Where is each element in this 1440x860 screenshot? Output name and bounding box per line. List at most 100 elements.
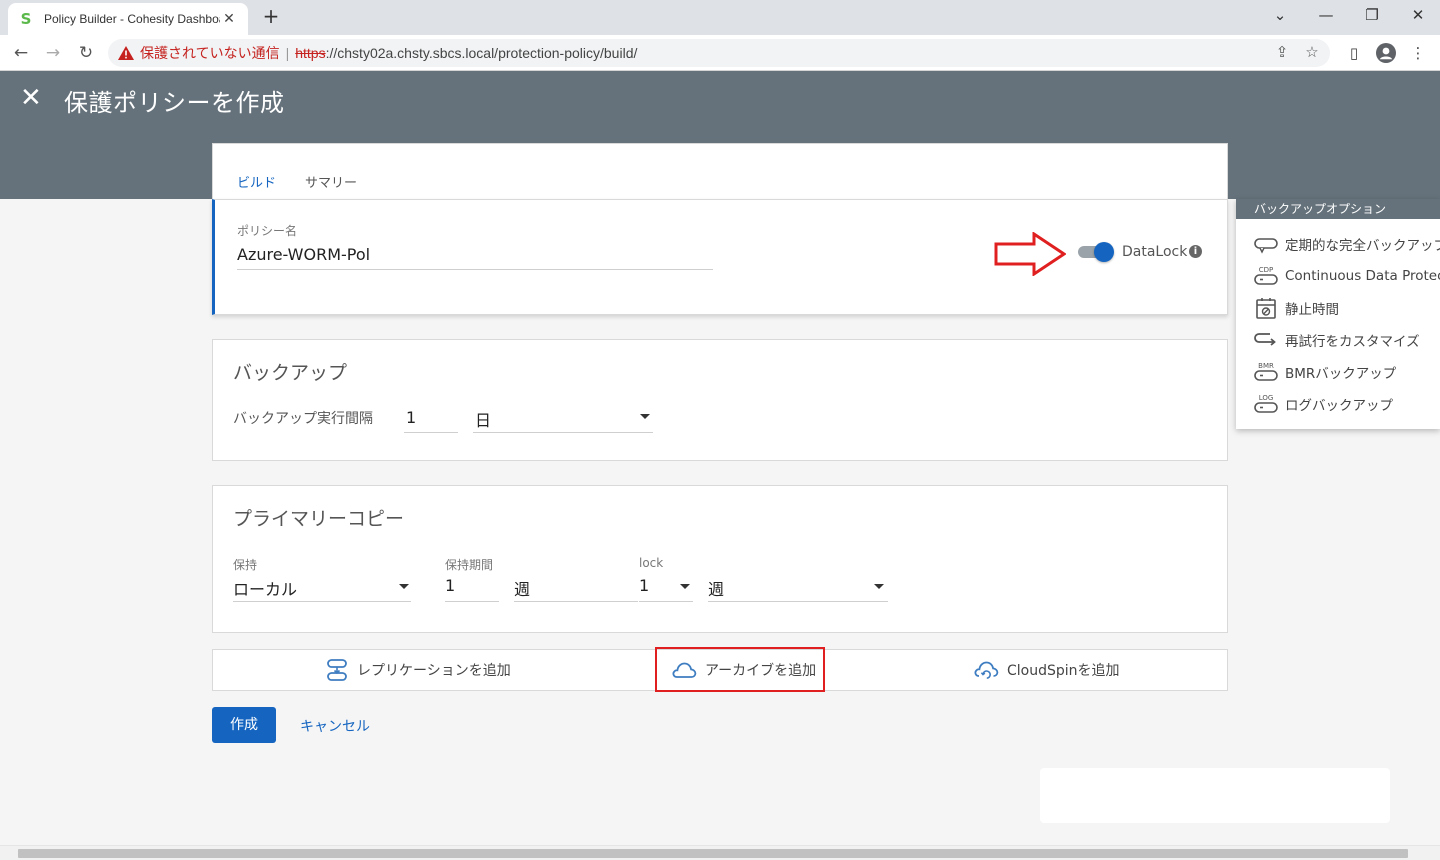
datalock-label: DataLock [1122, 244, 1188, 260]
backup-card: バックアップ バックアップ実行間隔 1 日 [212, 339, 1228, 461]
datalock-toggle[interactable] [1078, 242, 1114, 262]
info-icon[interactable]: i [1189, 245, 1202, 258]
chevron-down-icon[interactable] [399, 584, 409, 589]
option-blackout-label: 静止時間 [1285, 302, 1339, 318]
period-unit-underline [514, 601, 638, 602]
backup-options-title: バックアップオプション [1236, 199, 1440, 219]
restore-button[interactable]: ❐ [1352, 4, 1392, 28]
cloudspin-icon [974, 661, 999, 679]
chevron-down-icon[interactable] [640, 414, 650, 419]
tab-search-icon[interactable]: ⌄ [1260, 4, 1300, 28]
tab-build[interactable]: ビルド [237, 172, 277, 202]
add-replication-button[interactable]: レプリケーションを追加 [325, 650, 511, 690]
address-bar[interactable]: 保護されていない通信 | https ://chsty02a.chsty.sbc… [108, 39, 1330, 67]
backup-interval-unit-select[interactable]: 日 [475, 407, 491, 431]
bmr-icon: BMR [1254, 362, 1278, 381]
svg-text:CDP: CDP [1259, 266, 1274, 274]
horizontal-scrollbar[interactable] [0, 845, 1440, 860]
browser-tabstrip: S Policy Builder - Cohesity Dashboard ✕ … [0, 0, 1440, 35]
option-retry-label: 再試行をカスタマイズ [1285, 334, 1420, 350]
lock-unit-underline [708, 601, 888, 602]
scrollbar-thumb[interactable] [18, 849, 1408, 858]
create-button[interactable]: 作成 [212, 707, 276, 743]
full-backup-icon [1254, 238, 1278, 254]
tab-close-icon[interactable]: ✕ [220, 11, 238, 27]
option-log[interactable]: LOG ログバックアップ [1254, 392, 1393, 416]
reload-icon[interactable]: ↻ [73, 40, 99, 66]
option-cdp-label: Continuous Data Protection [1285, 268, 1440, 284]
replication-icon [327, 659, 347, 681]
redacted-area [1040, 768, 1390, 823]
retain-select[interactable]: ローカル [233, 576, 297, 600]
add-cloudspin-label: CloudSpinを追加 [1007, 663, 1120, 679]
log-icon: LOG [1254, 394, 1278, 413]
option-full-backup[interactable]: 定期的な完全バックアップ [1254, 232, 1440, 256]
share-icon[interactable]: ⇪ [1270, 43, 1294, 63]
backup-options-panel: バックアップオプション 定期的な完全バックアップ CDP Continuous … [1236, 199, 1440, 429]
retain-label: 保持 [233, 558, 258, 572]
close-icon[interactable]: ✕ [20, 85, 42, 111]
cdp-icon: CDP [1254, 266, 1278, 285]
retry-icon [1254, 333, 1276, 346]
interval-input-underline [404, 432, 458, 433]
policy-name-card: ポリシー名 Azure-WORM-Pol [212, 199, 1228, 315]
option-retry[interactable]: 再試行をカスタマイズ [1254, 328, 1420, 352]
lock-period-input[interactable]: 1 [639, 576, 649, 595]
toggle-knob [1094, 242, 1114, 262]
annotation-highlight-box [655, 647, 825, 692]
primary-copy-card: プライマリーコピー 保持 ローカル 保持期間 1 週 lock 1 週 [212, 485, 1228, 633]
policy-name-underline [237, 269, 713, 270]
primary-copy-title: プライマリーコピー [233, 508, 405, 530]
option-bmr[interactable]: BMR BMRバックアップ [1254, 360, 1396, 384]
option-full-backup-label: 定期的な完全バックアップ [1285, 238, 1440, 254]
chevron-down-icon[interactable] [680, 584, 690, 589]
cohesity-favicon-icon: S [20, 10, 32, 28]
tab-summary[interactable]: サマリー [305, 172, 357, 199]
policy-tabs: ビルド サマリー [212, 143, 1228, 202]
add-replication-label: レプリケーションを追加 [357, 663, 511, 679]
omnibox-divider: | [285, 45, 290, 61]
svg-text:LOG: LOG [1259, 394, 1274, 402]
tab-title: Policy Builder - Cohesity Dashboard [44, 12, 220, 26]
retention-period-input[interactable]: 1 [445, 576, 455, 595]
url-scheme: https [295, 45, 326, 61]
warning-triangle-icon [118, 46, 134, 60]
policy-name-label: ポリシー名 [237, 224, 298, 238]
option-bmr-label: BMRバックアップ [1285, 366, 1397, 382]
retention-period-label: 保持期間 [445, 558, 494, 572]
browser-menu-icon[interactable]: ⋮ [1406, 42, 1430, 64]
option-cdp[interactable]: CDP Continuous Data Protection [1254, 264, 1440, 288]
side-panel-icon[interactable]: ▯ [1342, 42, 1366, 64]
retain-underline [233, 601, 411, 602]
option-log-label: ログバックアップ [1285, 398, 1393, 414]
chevron-down-icon[interactable] [874, 584, 884, 589]
policy-name-input[interactable]: Azure-WORM-Pol [237, 245, 370, 264]
browser-tab[interactable]: S Policy Builder - Cohesity Dashboard ✕ [8, 3, 248, 35]
back-arrow-icon[interactable]: ← [8, 40, 34, 66]
backup-interval-label: バックアップ実行間隔 [233, 411, 373, 427]
lock-unit-select[interactable]: 週 [708, 576, 724, 600]
security-warning-text[interactable]: 保護されていない通信 [140, 43, 280, 63]
new-tab-button[interactable]: + [258, 4, 284, 30]
browser-toolbar: ← → ↻ 保護されていない通信 | https ://chsty02a.chs… [0, 35, 1440, 71]
svg-text:BMR: BMR [1258, 362, 1274, 370]
unit-select-underline [473, 432, 653, 433]
cancel-button[interactable]: キャンセル [300, 716, 370, 736]
add-cloudspin-button[interactable]: CloudSpinを追加 [973, 650, 1120, 690]
lock-label: lock [639, 556, 664, 570]
window-close-button[interactable]: ✕ [1398, 4, 1438, 28]
page-title: 保護ポリシーを作成 [64, 89, 285, 117]
backup-section-title: バックアップ [233, 362, 348, 384]
minimize-button[interactable]: — [1306, 4, 1346, 28]
retention-unit-select[interactable]: 週 [514, 576, 530, 600]
lock-input-underline [639, 601, 693, 602]
backup-interval-input[interactable]: 1 [406, 408, 416, 427]
period-input-underline [445, 601, 499, 602]
url-path: ://chsty02a.chsty.sbcs.local/protection-… [325, 45, 638, 61]
blackout-calendar-icon [1256, 298, 1276, 319]
option-blackout[interactable]: 静止時間 [1254, 296, 1339, 320]
forward-arrow-icon[interactable]: → [40, 40, 66, 66]
annotation-arrow [994, 232, 1066, 276]
bookmark-star-icon[interactable]: ☆ [1300, 43, 1324, 63]
profile-avatar-icon[interactable] [1374, 42, 1398, 64]
